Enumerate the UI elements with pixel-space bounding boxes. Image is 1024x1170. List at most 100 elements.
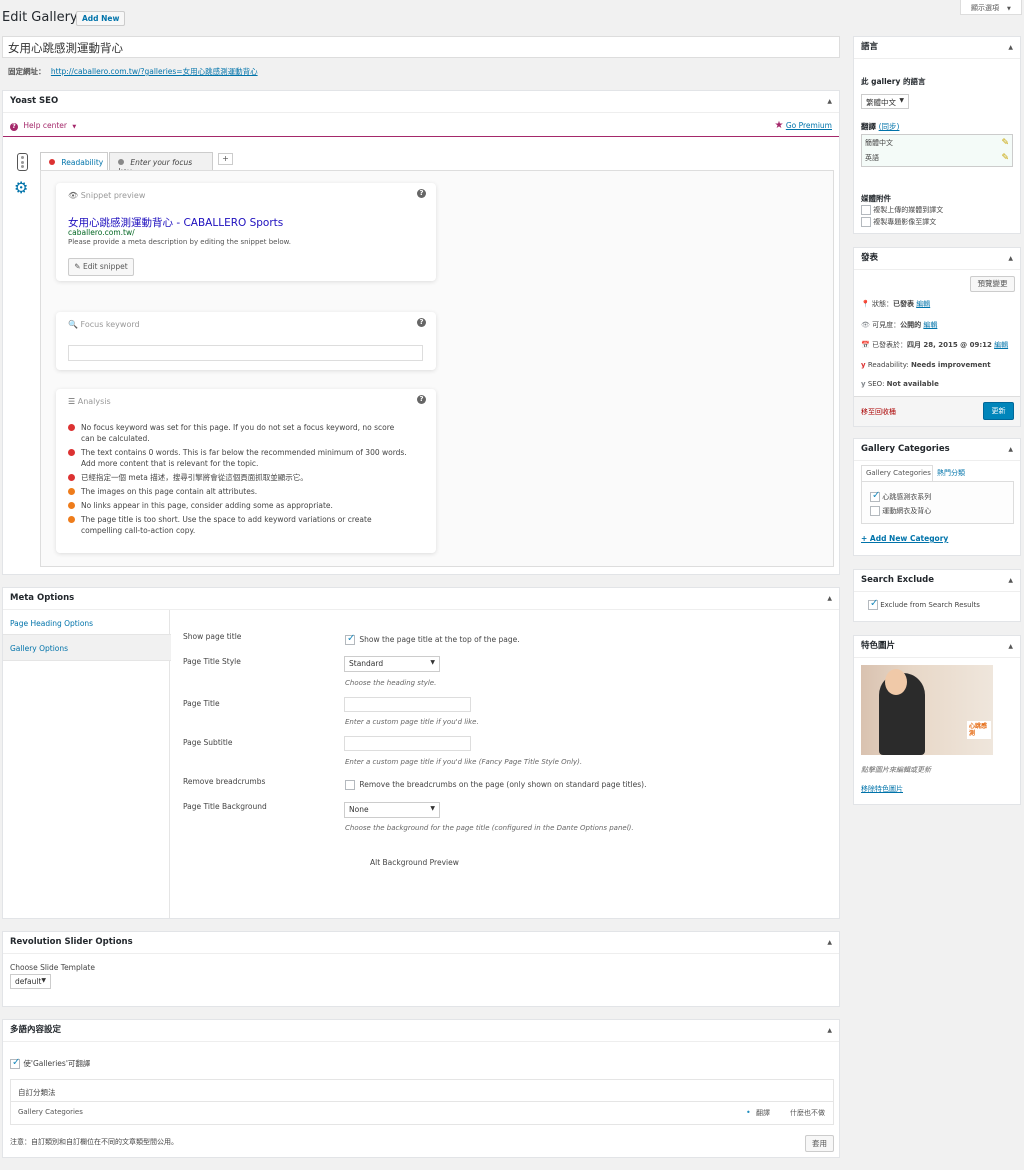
remove-breadcrumbs-checkbox[interactable]: Remove the breadcrumbs on the page (only… <box>345 780 646 790</box>
checkbox[interactable] <box>861 205 871 215</box>
update-button[interactable]: 更新 <box>983 402 1014 420</box>
page-title-input[interactable] <box>344 697 471 712</box>
category-label: 心跳感測衣系列 <box>882 493 932 501</box>
analysis-item: The images on this page contain alt attr… <box>68 486 408 497</box>
tab-popular-categories[interactable]: 熱門分類 <box>937 468 965 478</box>
gallery-categories-box: Gallery Categories ▲ Gallery Categories … <box>853 438 1021 556</box>
analysis-text: The page title is too short. Use the spa… <box>81 515 372 535</box>
post-language-select[interactable]: 繁體中文 ▼ <box>861 94 909 109</box>
show-title-checkbox[interactable]: Show the page title at the top of the pa… <box>345 633 520 645</box>
collapse-icon[interactable]: ▲ <box>1008 248 1013 269</box>
tab-keyword[interactable]: Enter your focus key... <box>109 152 213 176</box>
collapse-icon[interactable]: ▲ <box>1008 636 1013 657</box>
meta-options-title: Meta Options <box>10 593 75 603</box>
collapse-icon[interactable]: ▲ <box>1008 439 1013 460</box>
remove-featured-image-link[interactable]: 移除特色圖片 <box>861 784 903 794</box>
collapse-icon[interactable]: ▲ <box>1008 37 1013 58</box>
preview-changes-button[interactable]: 預覽變更 <box>970 276 1015 292</box>
exclude-search-checkbox[interactable]: Exclude from Search Results <box>868 598 980 610</box>
status-dot-icon <box>68 488 75 495</box>
checkbox[interactable] <box>868 598 878 610</box>
tab-all-categories[interactable]: Gallery Categories <box>861 465 933 481</box>
revolution-slider-title: Revolution Slider Options <box>10 937 133 947</box>
grey-dot-icon <box>118 159 124 165</box>
help-question-icon[interactable]: ? <box>417 395 426 404</box>
edit-visibility-link[interactable]: 編輯 <box>923 321 937 329</box>
star-icon: ★ <box>774 120 784 131</box>
permalink-link[interactable]: http://caballero.com.tw/?galleries=女用心跳感… <box>51 67 258 76</box>
focus-keyword-heading-text: Focus keyword <box>80 320 140 329</box>
screen-options-button[interactable]: 顯示選項 ▼ <box>960 0 1022 15</box>
checkbox[interactable] <box>870 490 880 502</box>
media-option-1[interactable]: 複製上傳的媒體到譯文 <box>861 205 943 215</box>
analysis-item: The page title is too short. Use the spa… <box>68 514 408 536</box>
help-question-icon[interactable]: ? <box>417 189 426 198</box>
category-item[interactable]: 心跳感測衣系列 <box>870 490 932 502</box>
help-center-button[interactable]: ? Help center ▼ <box>10 121 76 131</box>
page-title-label: Page Title <box>183 699 220 708</box>
publish-header: 發表 ▲ <box>854 248 1020 270</box>
visibility-value: 公開的 <box>900 321 922 329</box>
translate-radio[interactable]: • 翻譯 <box>746 1108 770 1118</box>
page-title-style-select[interactable]: Standard ▼ <box>344 656 440 672</box>
publish-title: 發表 <box>861 253 879 263</box>
tab-gallery-options[interactable]: Gallery Options <box>3 634 171 661</box>
category-item[interactable]: 運動網衣及背心 <box>870 506 931 516</box>
pencil-icon[interactable]: ✎ <box>1001 153 1009 163</box>
edit-snippet-button[interactable]: ✎ Edit snippet <box>68 258 134 276</box>
screen-options-label: 顯示選項 <box>971 4 999 12</box>
checkbox[interactable] <box>870 506 880 516</box>
help-question-icon[interactable]: ? <box>417 318 426 327</box>
collapse-icon[interactable]: ▲ <box>827 91 832 112</box>
multilingual-header: 多語內容設定 ▲ <box>3 1020 839 1042</box>
status-dot-icon <box>68 502 75 509</box>
status-row: 📍 狀態：已發表 編輯 <box>861 299 930 309</box>
exclude-search-label: Exclude from Search Results <box>880 601 980 609</box>
status-dot-icon <box>68 424 75 431</box>
go-premium-link[interactable]: ★ Go Premium <box>774 120 832 131</box>
post-title-input[interactable]: 女用心跳感測運動背心 <box>2 36 840 58</box>
tab-page-heading-options[interactable]: Page Heading Options <box>10 619 93 628</box>
focus-keyword-input[interactable] <box>68 345 423 361</box>
tab-all-categories-label: Gallery Categories <box>866 469 931 477</box>
alt-background-preview: Alt Background Preview <box>370 858 459 867</box>
media-option-2[interactable]: 複製專題影像至譯文 <box>861 217 936 227</box>
seo-value: Not available <box>886 380 939 388</box>
checkbox[interactable] <box>10 1057 20 1069</box>
move-to-trash-link[interactable]: 移至回收桶 <box>861 407 896 417</box>
translatable-checkbox[interactable]: 使'Galleries'可翻譯 <box>10 1057 90 1069</box>
tab-readability[interactable]: Readability <box>40 152 108 170</box>
add-new-button[interactable]: Add New <box>76 11 126 26</box>
featured-image[interactable]: 心跳感測 <box>861 665 993 755</box>
collapse-icon[interactable]: ▲ <box>827 932 832 953</box>
do-nothing-radio[interactable]: 什麼也不做 <box>790 1108 825 1118</box>
edit-status-link[interactable]: 編輯 <box>916 300 930 308</box>
page-title-background-select[interactable]: None ▼ <box>344 802 440 818</box>
page-subtitle-input[interactable] <box>344 736 471 751</box>
checkbox[interactable] <box>345 780 355 790</box>
apply-button[interactable]: 套用 <box>805 1135 834 1152</box>
slide-template-select[interactable]: default ▼ <box>10 974 51 989</box>
status-dot-icon <box>68 516 75 523</box>
traffic-light-icon[interactable] <box>17 153 28 171</box>
collapse-icon[interactable]: ▲ <box>827 588 832 609</box>
gear-icon[interactable]: ⚙ <box>14 180 28 196</box>
sync-link[interactable]: (同步) <box>879 122 900 131</box>
snippet-preview-heading: 👁 Snippet preview <box>68 191 145 200</box>
add-new-category-link[interactable]: + Add New Category <box>861 534 948 543</box>
pencil-icon[interactable]: ✎ <box>1001 138 1009 148</box>
checkbox[interactable] <box>861 217 871 227</box>
multilingual-note: 注意：自訂類別和自訂欄位在不同的文章類型間公用。 <box>10 1138 178 1146</box>
add-keyword-tab-button[interactable]: + <box>218 153 233 165</box>
select-value: None <box>349 805 369 814</box>
snippet-preview-heading-text: Snippet preview <box>80 191 146 200</box>
translations-label-text: 翻譯 <box>861 122 876 131</box>
collapse-icon[interactable]: ▲ <box>827 1020 832 1041</box>
tab-gallery-options-label: Gallery Options <box>10 644 69 653</box>
chevron-down-icon: ▼ <box>72 124 77 130</box>
translation-language: 英語 <box>865 154 879 162</box>
checkbox[interactable] <box>345 633 355 645</box>
select-value: Standard <box>349 659 384 668</box>
collapse-icon[interactable]: ▲ <box>1008 570 1013 591</box>
edit-date-link[interactable]: 編輯 <box>994 341 1008 349</box>
